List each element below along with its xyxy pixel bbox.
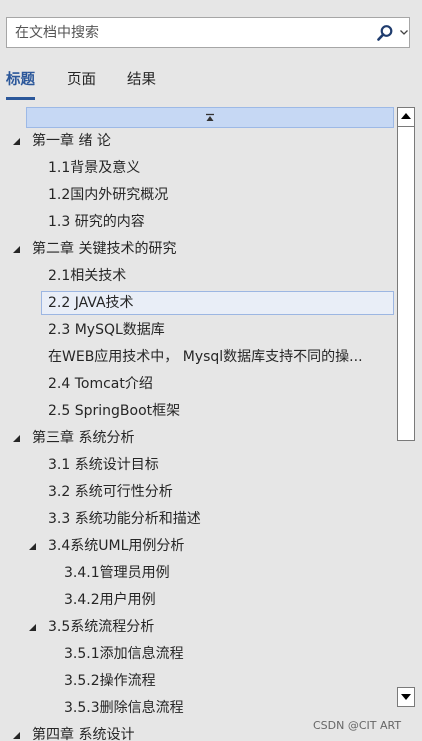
tree-item[interactable]: 3.5系统流程分析 xyxy=(6,615,394,639)
scroll-up-button[interactable] xyxy=(397,107,415,127)
tree-item-label: 第一章 绪 论 xyxy=(32,133,111,149)
tree-item-label: 第三章 系统分析 xyxy=(32,430,135,446)
tree-item-label: 2.4 Tomcat介绍 xyxy=(48,376,153,392)
tree-item-label: 1.2国内外研究概况 xyxy=(48,187,169,203)
search-icon[interactable] xyxy=(376,24,394,42)
expand-triangle-icon[interactable] xyxy=(12,731,21,740)
tree-item-label: 1.1背景及意义 xyxy=(48,160,141,176)
tree-item-label: 3.5.2操作流程 xyxy=(64,673,156,689)
tree-item-label: 3.2 系统可行性分析 xyxy=(48,484,173,500)
scroll-down-icon xyxy=(401,694,411,700)
tree-item-label: 3.5.1添加信息流程 xyxy=(64,646,184,662)
tree-item[interactable]: 2.2 JAVA技术 xyxy=(41,291,394,315)
tab-headings[interactable]: 标题 xyxy=(6,68,35,100)
tree-item[interactable]: 3.5.2操作流程 xyxy=(6,669,394,693)
tree-item-label: 在WEB应用技术中， Mysql数据库支持不同的操... xyxy=(48,349,363,365)
tree-item[interactable]: 2.4 Tomcat介绍 xyxy=(6,372,394,396)
tree-item-label: 3.5.3删除信息流程 xyxy=(64,700,184,716)
collapse-up-icon[interactable] xyxy=(204,113,216,123)
tree-item-label: 3.1 系统设计目标 xyxy=(48,457,159,473)
expand-triangle-icon[interactable] xyxy=(12,434,21,443)
tree-item-label: 2.2 JAVA技术 xyxy=(48,295,134,311)
tree-item[interactable]: 2.1相关技术 xyxy=(6,264,394,288)
scroll-down-button[interactable] xyxy=(397,687,415,707)
tree-item-label: 第二章 关键技术的研究 xyxy=(32,241,177,257)
vertical-scrollbar[interactable] xyxy=(397,107,415,741)
tree-item-label: 3.4系统UML用例分析 xyxy=(48,538,185,554)
tree-item-label: 3.4.1管理员用例 xyxy=(64,565,170,581)
expand-triangle-icon[interactable] xyxy=(28,542,37,551)
tree-item-label: 3.5系统流程分析 xyxy=(48,619,155,635)
expand-triangle-icon[interactable] xyxy=(12,245,21,254)
tree-item-label: 2.3 MySQL数据库 xyxy=(48,322,165,338)
chevron-down-icon[interactable] xyxy=(399,27,409,37)
tree-item[interactable]: 第三章 系统分析 xyxy=(6,426,394,450)
tree-item[interactable]: 2.3 MySQL数据库 xyxy=(6,318,394,342)
tree-item[interactable]: 在WEB应用技术中， Mysql数据库支持不同的操... xyxy=(6,345,394,369)
watermark: CSDN @CIT ART xyxy=(313,719,402,732)
collapse-all-bar[interactable] xyxy=(26,107,394,128)
tree-item[interactable]: 1.2国内外研究概况 xyxy=(6,183,394,207)
tree-item[interactable]: 1.1背景及意义 xyxy=(6,156,394,180)
scroll-thumb[interactable] xyxy=(397,127,415,441)
tree-item[interactable]: 3.4系统UML用例分析 xyxy=(6,534,394,558)
tree-item[interactable]: 第二章 关键技术的研究 xyxy=(6,237,394,261)
tree-item[interactable]: 第一章 绪 论 xyxy=(6,129,394,153)
expand-triangle-icon[interactable] xyxy=(28,623,37,632)
tree-item[interactable]: 3.5.3删除信息流程 xyxy=(6,696,394,720)
tree-item[interactable]: 3.3 系统功能分析和描述 xyxy=(6,507,394,531)
tree-item[interactable]: 3.4.1管理员用例 xyxy=(6,561,394,585)
tree-item-label: 2.1相关技术 xyxy=(48,268,127,284)
tree-item-label: 3.3 系统功能分析和描述 xyxy=(48,511,201,527)
tree-item-label: 2.5 SpringBoot框架 xyxy=(48,403,181,419)
tree-item[interactable]: 1.3 研究的内容 xyxy=(6,210,394,234)
tree-item[interactable]: 3.5.1添加信息流程 xyxy=(6,642,394,666)
expand-triangle-icon[interactable] xyxy=(12,137,21,146)
tree-item[interactable]: 2.5 SpringBoot框架 xyxy=(6,399,394,423)
scroll-up-icon xyxy=(401,113,411,119)
tree-item-label: 3.4.2用户用例 xyxy=(64,592,156,608)
search-box[interactable] xyxy=(6,17,410,48)
headings-tree-panel: 第一章 绪 论 1.1背景及意义 1.2国内外研究概况 1.3 研究的内容第二章 关键… xyxy=(6,107,397,741)
tree-item-label: 第四章 系统设计 xyxy=(32,727,135,741)
tab-results[interactable]: 结果 xyxy=(127,68,156,97)
search-input[interactable] xyxy=(7,18,367,47)
tree-item[interactable]: 3.1 系统设计目标 xyxy=(6,453,394,477)
tree-item[interactable]: 3.2 系统可行性分析 xyxy=(6,480,394,504)
tree-item[interactable]: 3.4.2用户用例 xyxy=(6,588,394,612)
tree-item-label: 1.3 研究的内容 xyxy=(48,214,145,230)
tab-pages[interactable]: 页面 xyxy=(67,68,96,97)
